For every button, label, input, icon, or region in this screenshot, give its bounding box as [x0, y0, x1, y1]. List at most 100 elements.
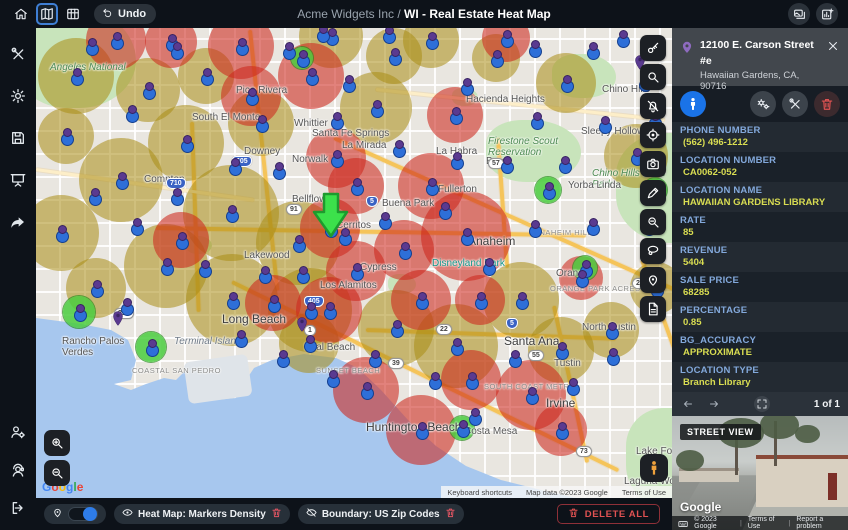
save-icon[interactable] — [8, 128, 28, 148]
location-marker[interactable] — [90, 280, 103, 296]
street-view-preview[interactable]: STREET VIEW Google © 2023 Google | Terms… — [672, 416, 848, 530]
location-marker[interactable] — [586, 218, 599, 234]
location-marker[interactable] — [456, 420, 469, 436]
location-marker[interactable] — [468, 408, 481, 424]
location-marker[interactable] — [515, 292, 528, 308]
location-marker[interactable] — [276, 350, 289, 366]
delete-heat-layer-icon[interactable] — [271, 507, 282, 521]
file-icon[interactable] — [640, 296, 666, 322]
heat-map-layer-pill[interactable]: Heat Map: Markers Density — [114, 504, 290, 524]
location-marker[interactable] — [606, 348, 619, 364]
locate-icon[interactable] — [640, 122, 666, 148]
location-marker[interactable] — [558, 156, 571, 172]
location-marker[interactable] — [350, 263, 363, 279]
location-marker[interactable] — [508, 350, 521, 366]
boundary-layer-pill[interactable]: Boundary: US Zip Codes — [298, 504, 464, 524]
location-marker[interactable] — [370, 100, 383, 116]
location-marker[interactable] — [438, 202, 451, 218]
location-marker[interactable] — [255, 115, 268, 131]
location-marker[interactable] — [145, 339, 158, 355]
location-marker[interactable] — [115, 172, 128, 188]
keyboard-shortcuts-link[interactable]: Keyboard shortcuts — [447, 488, 512, 497]
location-marker[interactable] — [234, 330, 247, 346]
location-marker[interactable] — [474, 292, 487, 308]
location-marker[interactable] — [342, 75, 355, 91]
zoom-in-button[interactable] — [44, 430, 70, 456]
pin-icon[interactable] — [640, 267, 666, 293]
location-marker[interactable] — [428, 372, 441, 388]
location-marker[interactable] — [482, 258, 495, 274]
location-settings-button[interactable] — [750, 91, 776, 117]
location-marker[interactable] — [130, 218, 143, 234]
location-marker[interactable] — [198, 260, 211, 276]
location-marker[interactable] — [323, 302, 336, 318]
location-marker[interactable] — [85, 38, 98, 54]
add-chart-button[interactable] — [816, 3, 838, 25]
location-marker[interactable] — [180, 135, 193, 151]
location-marker[interactable] — [392, 140, 405, 156]
location-marker[interactable] — [330, 112, 343, 128]
location-marker[interactable] — [200, 68, 213, 84]
location-marker[interactable] — [500, 30, 513, 46]
location-marker[interactable] — [226, 292, 239, 308]
images-button[interactable] — [788, 3, 810, 25]
bell-off-icon[interactable] — [640, 93, 666, 119]
share-icon[interactable] — [8, 212, 28, 232]
markers-toggle[interactable] — [68, 507, 98, 521]
location-marker[interactable] — [350, 178, 363, 194]
lasso-icon[interactable] — [640, 238, 666, 264]
close-panel-button[interactable] — [825, 38, 840, 54]
location-marker[interactable] — [142, 82, 155, 98]
location-marker[interactable] — [460, 228, 473, 244]
location-tools-button[interactable] — [782, 91, 808, 117]
location-marker[interactable] — [235, 38, 248, 54]
delete-location-button[interactable] — [814, 91, 840, 117]
location-marker[interactable] — [449, 107, 462, 123]
search-area-icon[interactable] — [640, 209, 666, 235]
location-marker[interactable] — [598, 116, 611, 132]
location-marker[interactable] — [55, 225, 68, 241]
location-marker[interactable] — [272, 162, 285, 178]
location-marker[interactable] — [528, 220, 541, 236]
search-icon[interactable] — [640, 64, 666, 90]
undo-button[interactable]: Undo — [94, 4, 156, 24]
location-marker[interactable] — [305, 68, 318, 84]
location-marker[interactable] — [542, 182, 555, 198]
location-marker[interactable] — [282, 42, 295, 58]
location-marker[interactable] — [425, 178, 438, 194]
location-marker[interactable] — [292, 235, 305, 251]
street-view-report-link[interactable]: Report a problem — [796, 516, 842, 530]
expand-record-button[interactable] — [754, 396, 770, 412]
street-view-terms-link[interactable]: Terms of Use — [748, 516, 783, 530]
location-marker[interactable] — [425, 32, 438, 48]
location-marker[interactable] — [450, 152, 463, 168]
key-icon[interactable] — [640, 35, 666, 61]
location-marker[interactable] — [245, 88, 258, 104]
location-marker[interactable] — [225, 205, 238, 221]
location-marker[interactable] — [525, 387, 538, 403]
previous-record-button[interactable] — [680, 396, 696, 412]
zoom-out-button[interactable] — [44, 460, 70, 486]
location-marker[interactable] — [566, 378, 579, 394]
delete-boundary-layer-icon[interactable] — [445, 507, 456, 521]
location-marker[interactable] — [382, 28, 395, 42]
table-view-button[interactable] — [62, 3, 84, 25]
location-marker[interactable] — [388, 48, 401, 64]
location-marker[interactable] — [175, 232, 188, 248]
delete-all-button[interactable]: DELETE ALL — [557, 504, 660, 524]
location-marker[interactable] — [465, 372, 478, 388]
location-marker[interactable] — [330, 150, 343, 166]
pegman-button[interactable] — [640, 454, 668, 482]
location-marker[interactable] — [555, 342, 568, 358]
location-marker[interactable] — [296, 50, 309, 66]
location-marker[interactable] — [88, 188, 101, 204]
user-gear-icon[interactable] — [8, 422, 28, 442]
location-marker[interactable] — [110, 32, 123, 48]
terms-link[interactable]: Terms of Use — [622, 488, 666, 497]
location-marker[interactable] — [560, 75, 573, 91]
marker-visibility-toggle-pill[interactable] — [44, 504, 106, 524]
location-marker[interactable] — [368, 350, 381, 366]
location-marker[interactable] — [575, 270, 588, 286]
location-marker[interactable] — [586, 42, 599, 58]
tools-icon[interactable] — [8, 44, 28, 64]
